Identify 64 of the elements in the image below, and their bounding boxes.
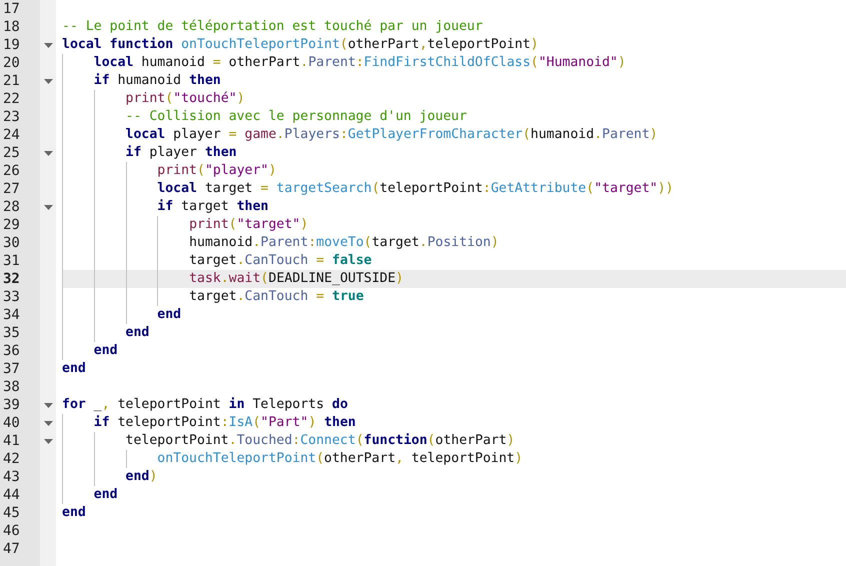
code-line: local target = targetSearch(teleportPoint:GetAttribute("target")): [62, 180, 846, 198]
code-line: end: [62, 504, 87, 522]
code-line: if player then: [62, 144, 846, 162]
line-number: 27: [2, 180, 21, 198]
fold-icon[interactable]: [44, 202, 52, 212]
line-number: 36: [2, 342, 21, 360]
line-number: 47: [2, 540, 21, 558]
line-number: 37: [2, 360, 21, 378]
fold-icon[interactable]: [44, 148, 52, 158]
line-number: 19: [2, 36, 21, 54]
line-number: 45: [2, 504, 21, 522]
line-number: 31: [2, 252, 21, 270]
code-line: target.CanTouch = false: [62, 252, 846, 270]
line-number: 33: [2, 288, 21, 306]
code-line: end: [62, 360, 87, 378]
fold-icon[interactable]: [44, 40, 52, 50]
line-number: 42: [2, 450, 21, 468]
line-number: 32: [2, 270, 21, 288]
line-number: 25: [2, 144, 21, 162]
line-number: 17: [2, 0, 21, 18]
line-number: 22: [2, 90, 21, 108]
fold-icon[interactable]: [44, 418, 52, 428]
code-line: local player = game.Players:GetPlayerFromCharacter(humanoid.Parent): [62, 126, 846, 144]
fold-icon[interactable]: [44, 400, 52, 410]
line-number: 29: [2, 216, 21, 234]
code-line: local function onTouchTeleportPoint(otherPart,teleportPoint): [62, 36, 540, 54]
line-number: 18: [2, 18, 21, 36]
code-line: -- Collision avec le personnage d'un joueur: [62, 108, 846, 126]
code-line: humanoid.Parent:moveTo(target.Position): [62, 234, 846, 252]
line-number: 23: [2, 108, 21, 126]
line-number: 26: [2, 162, 21, 180]
line-number: 21: [2, 72, 21, 90]
code-line: local humanoid = otherPart.Parent:FindFirstChildOfClass("Humanoid"): [62, 54, 846, 72]
line-number: 24: [2, 126, 21, 144]
code-line: end): [62, 468, 846, 486]
code-line: print("target"): [62, 216, 846, 234]
line-number: 39: [2, 396, 21, 414]
code-line: if humanoid then: [62, 72, 846, 90]
code-line: onTouchTeleportPoint(otherPart, teleportPoint): [62, 450, 846, 468]
code-line: -- Le point de téléportation est touché par un joueur: [62, 18, 484, 36]
code-line: if teleportPoint:IsA("Part") then: [62, 414, 846, 432]
line-number: 40: [2, 414, 21, 432]
code-line: end: [62, 324, 846, 342]
code-line: end: [62, 342, 846, 360]
line-number: 44: [2, 486, 21, 504]
code-line: target.CanTouch = true: [62, 288, 846, 306]
fold-icon[interactable]: [44, 436, 52, 446]
line-number: 38: [2, 378, 21, 396]
code-line: if target then: [62, 198, 846, 216]
line-number: 28: [2, 198, 21, 216]
fold-icon[interactable]: [44, 76, 52, 86]
code-line: print("touché"): [62, 90, 846, 108]
line-number: 35: [2, 324, 21, 342]
code-line: print("player"): [62, 162, 846, 180]
line-number: 46: [2, 522, 21, 540]
line-number: 41: [2, 432, 21, 450]
line-number: 20: [2, 54, 21, 72]
line-number: 43: [2, 468, 21, 486]
code-line: for _, teleportPoint in Teleports do: [62, 396, 349, 414]
code-line: teleportPoint.Touched:Connect(function(otherPart): [62, 432, 846, 450]
line-number: 30: [2, 234, 21, 252]
code-line: end: [62, 486, 846, 504]
line-number: 34: [2, 306, 21, 324]
code-line: end: [62, 306, 846, 324]
